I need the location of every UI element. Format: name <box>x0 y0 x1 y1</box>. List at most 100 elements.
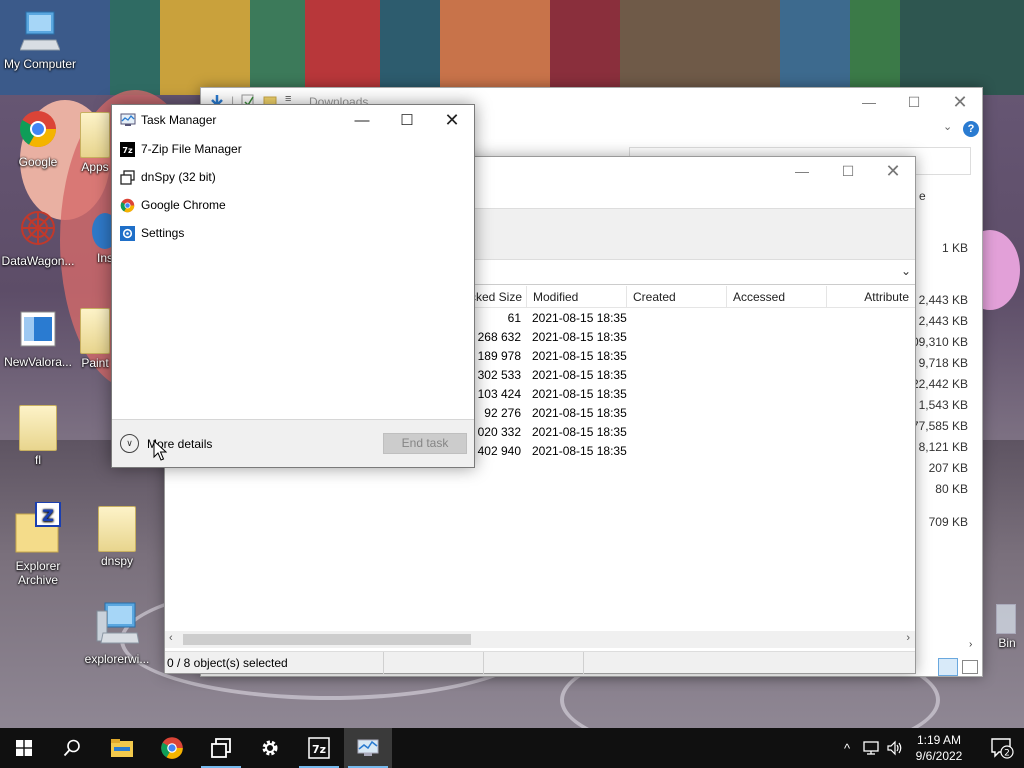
wallpaper-book <box>780 0 850 95</box>
desktop-icon-label: dnspy <box>100 554 134 568</box>
sevenzip-maximize-button[interactable]: ☐ <box>825 157 871 185</box>
column-header-modified[interactable]: Modified <box>527 286 627 308</box>
task-manager-app-7zip[interactable]: 7z 7-Zip File Manager <box>112 135 474 163</box>
task-manager-app-dnspy[interactable]: dnSpy (32 bit) <box>112 163 474 191</box>
column-header-created[interactable]: Created <box>627 286 727 308</box>
task-manager-app-chrome[interactable]: Google Chrome <box>112 191 474 219</box>
desktop-icon-dnspy[interactable]: dnspy <box>77 506 157 568</box>
taskbar-search-button[interactable] <box>48 728 96 768</box>
archive-folder-icon: Z <box>15 501 61 553</box>
task-manager-icon <box>120 113 136 126</box>
network-computer-icon <box>96 602 140 644</box>
7zip-icon: 7z <box>308 737 330 759</box>
status-cell-empty <box>384 652 484 674</box>
explorer-close-button[interactable]: ✕ <box>937 88 983 116</box>
desktop-icon-newvalora[interactable]: NewValora... <box>0 308 78 369</box>
windows-logo-icon <box>16 740 32 756</box>
explorer-maximize-button[interactable]: ☐ <box>891 88 937 116</box>
chrome-icon <box>19 111 57 148</box>
recycle-bin-icon <box>996 604 1016 634</box>
large-icons-view-icon[interactable] <box>962 660 978 674</box>
selection-status: 0 / 8 object(s) selected <box>165 652 384 674</box>
desktop-icon-explorer-archive[interactable]: Z Explorer Archive <box>0 501 78 587</box>
sevenzip-close-button[interactable]: ✕ <box>870 157 916 185</box>
chrome-icon <box>120 198 135 213</box>
details-view-icon[interactable] <box>938 658 958 676</box>
start-button[interactable] <box>0 728 48 768</box>
chevron-down-icon: ∨ <box>120 434 139 453</box>
app-name: Google Chrome <box>141 198 226 212</box>
chrome-icon <box>161 737 183 759</box>
packed-size-cell: 103 424 <box>477 387 521 401</box>
window-app-icon <box>20 311 56 347</box>
app-name: dnSpy (32 bit) <box>141 170 216 184</box>
speaker-icon <box>887 740 902 756</box>
desktop-icon-google[interactable]: Google <box>0 108 78 169</box>
clock-time: 1:19 AM <box>916 733 962 747</box>
packed-size-cell: 402 940 <box>477 444 521 458</box>
network-button[interactable] <box>860 728 882 768</box>
action-center-button[interactable]: 2 <box>980 728 1024 768</box>
modified-cell: 2021-08-15 18:35 <box>532 444 627 458</box>
expand-ribbon-icon[interactable]: ⌄ <box>943 120 952 133</box>
chevron-down-icon[interactable]: ⌄ <box>901 264 911 278</box>
desktop-icon-fl[interactable]: fl <box>0 405 78 467</box>
scroll-left-arrow-icon[interactable]: ‹ <box>169 632 173 644</box>
packed-size-cell: 92 276 <box>484 406 521 420</box>
taskbar-task-manager[interactable] <box>344 728 392 768</box>
explorer-minimize-button[interactable]: — <box>846 88 892 116</box>
desktop-icon-explorerwi[interactable]: explorerwi... <box>77 601 157 666</box>
task-manager-maximize-button[interactable]: ☐ <box>384 105 430 135</box>
volume-button[interactable] <box>884 728 906 768</box>
taskbar-chrome[interactable] <box>148 728 196 768</box>
task-manager-titlebar[interactable]: Task Manager — ☐ ✕ <box>112 105 474 135</box>
explorer-column-header: e <box>919 189 926 203</box>
desktop-icon-apps[interactable]: Apps <box>75 112 115 174</box>
modified-cell: 2021-08-15 18:35 <box>532 349 627 363</box>
help-icon[interactable]: ? <box>963 121 979 137</box>
task-manager-close-button[interactable]: ✕ <box>429 105 475 135</box>
sevenzip-status-bar: 0 / 8 object(s) selected <box>165 651 915 674</box>
network-icon <box>863 741 879 755</box>
taskbar-clock[interactable]: 1:19 AM 9/6/2022 <box>906 732 972 764</box>
packed-size-cell: 268 632 <box>477 330 521 344</box>
folder-icon <box>80 112 110 158</box>
folder-icon <box>98 506 136 552</box>
scrollbar-thumb[interactable] <box>183 634 471 645</box>
packed-size-cell: 2 189 978 <box>467 349 521 363</box>
sevenzip-minimize-button[interactable]: — <box>779 157 825 185</box>
task-manager-app-settings[interactable]: Settings <box>112 219 474 247</box>
settings-gear-icon <box>120 226 135 241</box>
horizontal-scrollbar[interactable]: ‹ › <box>165 631 915 648</box>
task-manager-minimize-button[interactable]: — <box>339 105 385 135</box>
desktop-icon-datawagon[interactable]: DataWagon... <box>0 207 78 268</box>
mouse-cursor-icon <box>153 440 167 461</box>
wallpaper-book <box>250 0 305 95</box>
folder-icon <box>19 405 57 451</box>
dnspy-icon <box>211 738 231 758</box>
modified-cell: 2021-08-15 18:35 <box>532 330 627 344</box>
wallpaper-book <box>850 0 900 95</box>
scroll-right-arrow-icon[interactable]: › <box>906 632 910 644</box>
desktop-icon-label: Explorer Archive <box>15 559 61 587</box>
taskbar-7zip[interactable]: 7z <box>295 728 343 768</box>
modified-cell: 2021-08-15 18:35 <box>532 311 627 325</box>
packed-size-cell: 020 332 <box>477 425 521 439</box>
desktop-icon-recycle-bin[interactable]: Bin <box>982 604 1022 650</box>
desktop-icon-label: Paint <box>81 356 109 370</box>
task-manager-window[interactable]: Task Manager — ☐ ✕ 7z 7-Zip File Manager… <box>111 104 475 468</box>
show-hidden-icons-button[interactable]: ^ <box>838 728 856 768</box>
column-header-accessed[interactable]: Accessed <box>727 286 827 308</box>
scroll-right-arrow-icon[interactable]: › <box>969 639 972 650</box>
file-explorer-icon <box>111 739 133 757</box>
end-task-button[interactable]: End task <box>383 433 467 454</box>
modified-cell: 2021-08-15 18:35 <box>532 406 627 420</box>
desktop-icon-paint[interactable]: Paint <box>78 308 112 370</box>
taskbar-dnspy[interactable] <box>197 728 245 768</box>
desktop-icon-label: DataWagon... <box>1 254 75 268</box>
task-manager-icon <box>357 739 379 756</box>
taskbar-settings[interactable] <box>246 728 294 768</box>
desktop-icon-my-computer[interactable]: My Computer <box>0 10 80 71</box>
taskbar-file-explorer[interactable] <box>98 728 146 768</box>
column-header-attributes[interactable]: Attribute <box>827 286 915 308</box>
